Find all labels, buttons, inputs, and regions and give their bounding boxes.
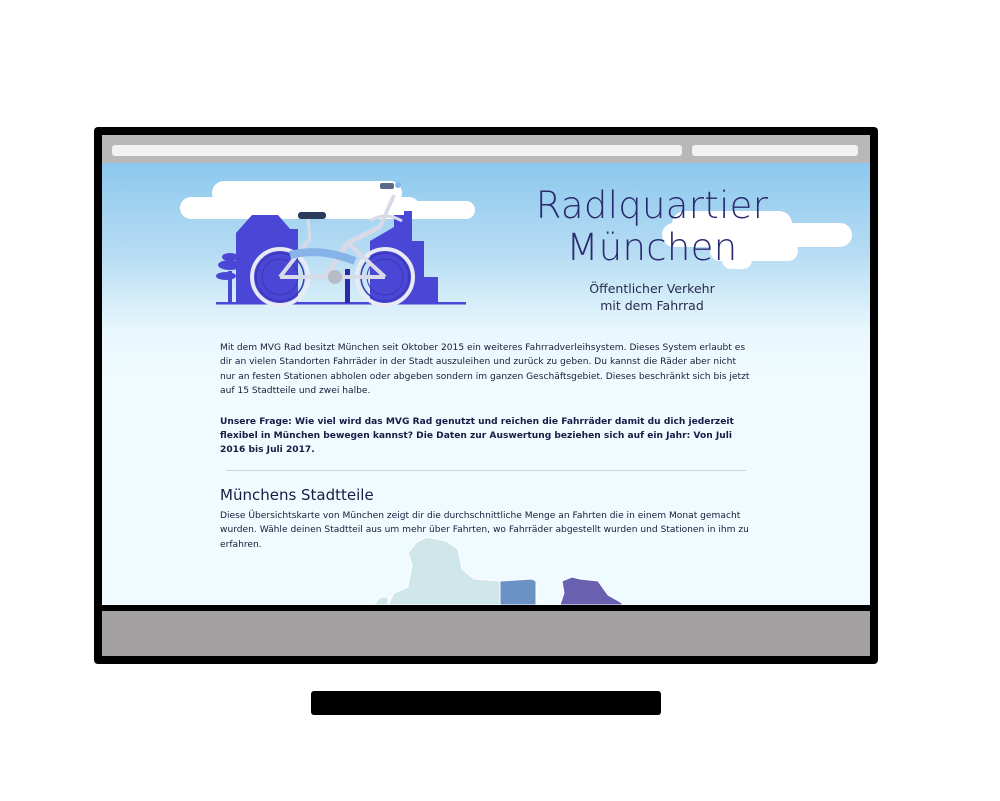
page-title: Radlquartier München [512, 185, 792, 269]
district-center[interactable] [499, 578, 537, 605]
bicycle-illustration [180, 181, 475, 307]
title-line-1: Radlquartier [535, 184, 769, 227]
subtitle-line-1: Öffentlicher Verkehr [589, 281, 715, 296]
subtitle-line-2: mit dem Fahrrad [600, 298, 704, 313]
page-subtitle: Öffentlicher Verkehr mit dem Fahrrad [512, 280, 792, 314]
search-bar[interactable] [692, 145, 858, 156]
web-page: Radlquartier München Öffentlicher Verkeh… [102, 163, 870, 605]
district-north[interactable] [387, 536, 501, 605]
monitor-chin [102, 611, 870, 656]
article-content: Mit dem MVG Rad besitzt München seit Okt… [220, 341, 750, 552]
title-line-2: München [566, 226, 738, 269]
monitor-frame: Radlquartier München Öffentlicher Verkeh… [94, 127, 878, 664]
address-bar[interactable] [112, 145, 682, 156]
browser-window: Radlquartier München Öffentlicher Verkeh… [102, 135, 870, 605]
browser-toolbar [102, 135, 870, 163]
district-west[interactable] [373, 596, 389, 605]
intro-paragraph: Mit dem MVG Rad besitzt München seit Okt… [220, 343, 750, 397]
district-map [373, 536, 623, 605]
section-title: Münchens Stadtteile [220, 485, 374, 504]
question-paragraph: Unsere Frage: Wie viel wird das MVG Rad … [220, 416, 734, 456]
district-east[interactable] [559, 576, 623, 605]
section-divider [226, 469, 746, 471]
monitor-stand [311, 691, 661, 715]
cloud-icon [180, 181, 475, 219]
